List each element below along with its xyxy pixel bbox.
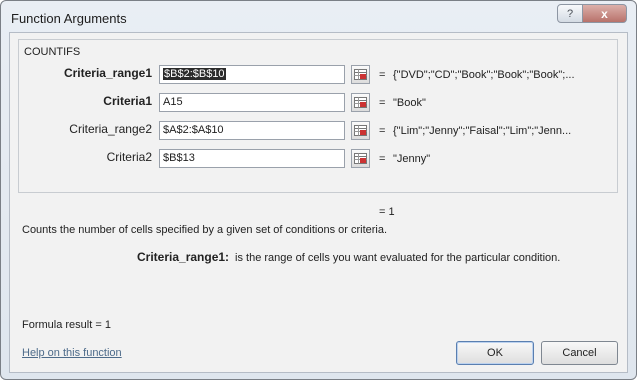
criteria-range1-value: $B$2:$B$10 bbox=[163, 68, 226, 80]
arg-result-text: {"DVD";"CD";"Book";"Book";"Book";... bbox=[393, 69, 575, 81]
arg-label-criteria2: Criteria2 bbox=[106, 150, 152, 164]
arguments-group: COUNTIFS Criteria_range1 $B$2:$B$10 = {"D… bbox=[18, 39, 618, 193]
argument-help-text: is the range of cells you want evaluated… bbox=[235, 252, 561, 264]
criteria-range1-input[interactable]: $B$2:$B$10 bbox=[159, 65, 345, 84]
arg-result-text: "Book" bbox=[393, 97, 426, 109]
collapse-dialog-icon[interactable] bbox=[351, 65, 370, 84]
collapse-dialog-icon[interactable] bbox=[351, 121, 370, 140]
arg-result-criteria-range1: = {"DVD";"CD";"Book";"Book";"Book";... bbox=[379, 69, 575, 81]
collapse-dialog-icon[interactable] bbox=[351, 149, 370, 168]
argument-help-name: Criteria_range1: bbox=[137, 250, 230, 264]
collapse-dialog-icon[interactable] bbox=[351, 93, 370, 112]
criteria2-input[interactable]: $B$13 bbox=[159, 149, 345, 168]
criteria-range2-input[interactable]: $A$2:$A$10 bbox=[159, 121, 345, 140]
title-bar[interactable]: Function Arguments ? x bbox=[1, 1, 636, 33]
function-arguments-dialog: Function Arguments ? x COUNTIFS Criteria… bbox=[0, 0, 637, 380]
arg-result-criteria2: = "Jenny" bbox=[379, 153, 430, 165]
function-result: = 1 bbox=[379, 206, 395, 218]
arg-result-criteria1: = "Book" bbox=[379, 97, 426, 109]
dialog-title: Function Arguments bbox=[11, 11, 127, 26]
dialog-body: COUNTIFS Criteria_range1 $B$2:$B$10 = {"D… bbox=[9, 32, 628, 373]
arg-result-text: "Jenny" bbox=[393, 153, 431, 165]
formula-result: Formula result = 1 bbox=[22, 319, 111, 331]
function-name: COUNTIFS bbox=[24, 46, 81, 58]
equals-sign: = bbox=[379, 125, 386, 137]
arg-result-text: {"Lim";"Jenny";"Faisal";"Lim";"Jenn... bbox=[393, 125, 572, 137]
title-buttons: ? x bbox=[557, 4, 627, 23]
close-icon[interactable]: x bbox=[583, 4, 627, 23]
ok-button[interactable]: OK bbox=[456, 341, 534, 365]
arg-label-criteria-range1: Criteria_range1 bbox=[63, 66, 152, 80]
equals-sign: = bbox=[379, 69, 386, 81]
arg-result-criteria-range2: = {"Lim";"Jenny";"Faisal";"Lim";"Jenn... bbox=[379, 125, 571, 137]
equals-sign: = bbox=[379, 97, 386, 109]
help-on-function-link[interactable]: Help on this function bbox=[22, 347, 122, 359]
equals-sign: = bbox=[379, 153, 386, 165]
function-description: Counts the number of cells specified by … bbox=[22, 224, 388, 236]
help-icon[interactable]: ? bbox=[557, 4, 583, 23]
argument-help: Criteria_range1: is the range of cells yo… bbox=[137, 250, 560, 264]
cancel-button[interactable]: Cancel bbox=[541, 341, 618, 365]
criteria1-input[interactable]: A15 bbox=[159, 93, 345, 112]
arg-label-criteria-range2: Criteria_range2 bbox=[69, 122, 152, 136]
arg-label-criteria1: Criteria1 bbox=[103, 94, 152, 108]
